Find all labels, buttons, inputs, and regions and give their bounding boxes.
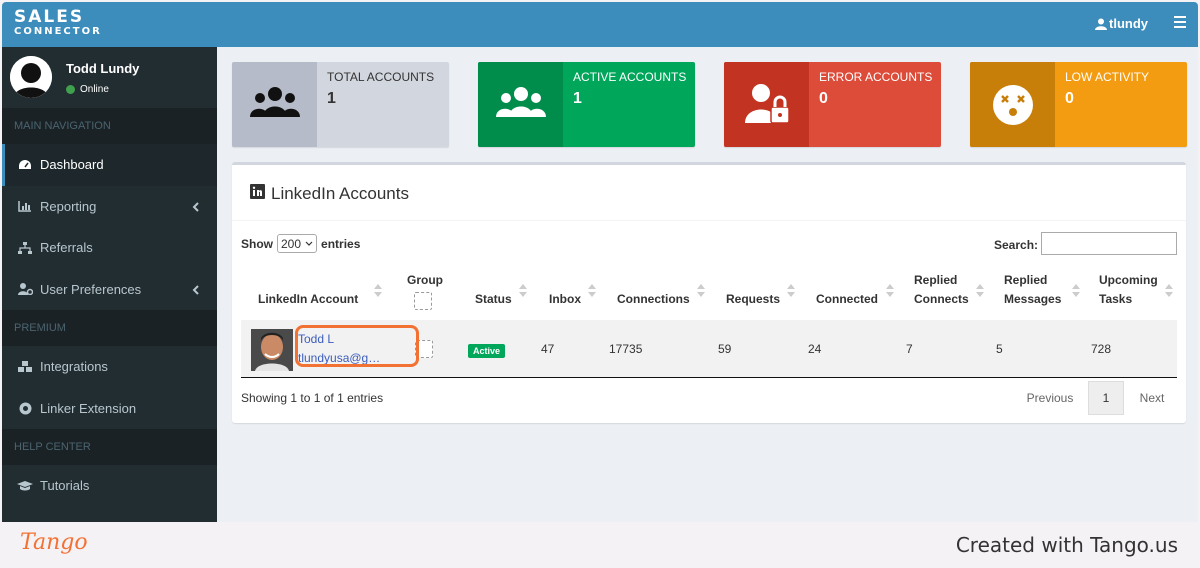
graduation-cap-icon [17,480,33,492]
entries-select[interactable]: 200 [277,234,318,253]
col-status[interactable]: Status [475,290,512,309]
sidebar-item-user-preferences[interactable]: User Preferences [2,269,217,311]
col-inbox[interactable]: Inbox [549,290,581,309]
sidebar: Todd Lundy Online MAIN NAVIGATION Dashbo… [2,47,217,522]
user-menu[interactable]: tlundy [1095,16,1148,31]
user-cog-icon [17,283,33,296]
cell-replied-messages: 5 [996,342,1003,356]
sort-icon[interactable] [1072,284,1080,298]
section-main-navigation: MAIN NAVIGATION [2,108,217,144]
stat-label: TOTAL ACCOUNTS [327,70,435,84]
chart-icon [17,200,33,212]
sort-icon[interactable] [588,284,596,298]
stat-label: LOW ACTIVITY [1065,70,1150,84]
user-panel: Todd Lundy Online [2,47,217,108]
section-help-center: HELP CENTER [2,429,217,465]
tango-footer: Tango Created with Tango.us [0,522,1200,568]
status-badge: Active [468,344,506,358]
sort-icon[interactable] [787,284,795,298]
stat-total-accounts: TOTAL ACCOUNTS 1 [232,62,449,147]
sidebar-item-linker-extension[interactable]: Linker Extension [2,388,217,430]
sidebar-item-dashboard[interactable]: Dashboard [2,144,217,186]
panel-title: LinkedIn Accounts [250,184,409,204]
linkedin-icon [250,184,265,204]
divider [232,220,1186,221]
linkedin-accounts-panel: LinkedIn Accounts Show 200 entries Searc… [232,162,1186,423]
dizzy-face-icon [970,62,1055,147]
sidebar-item-reporting[interactable]: Reporting [2,186,217,228]
sort-icon[interactable] [519,284,527,298]
cell-upcoming-tasks: 728 [1091,342,1112,356]
top-navbar: SALES CONNECTOR tlundy [2,2,1198,47]
username: tlundy [1109,16,1148,31]
tango-credit: Created with Tango.us [955,533,1178,557]
tango-logo: Tango [20,530,88,555]
sidebar-item-tutorials[interactable]: Tutorials [2,465,217,507]
users-icon [478,62,563,147]
dashboard-icon [17,159,33,171]
sort-icon[interactable] [374,284,382,298]
search-input[interactable] [1041,232,1177,255]
col-requests[interactable]: Requests [726,290,780,309]
user-icon [1095,18,1107,30]
stat-value: 1 [573,90,582,107]
chevron-left-icon [192,200,199,215]
online-status: Online [66,84,109,95]
stat-value: 0 [819,90,828,107]
table-info: Showing 1 to 1 of 1 entries [241,391,384,405]
sort-icon[interactable] [886,284,894,298]
app-logo[interactable]: SALES CONNECTOR [14,9,102,37]
cell-connected: 24 [808,342,822,356]
previous-page-button[interactable]: Previous [1016,391,1084,405]
user-lock-icon [724,62,809,147]
search-label: Search: [994,238,1039,252]
cell-connections: 17735 [609,342,643,356]
page-1-button[interactable]: 1 [1088,381,1124,415]
entries-length-control: Show 200 entries [241,234,360,253]
menu-toggle-icon[interactable] [1174,16,1186,28]
avatar [10,56,52,98]
cubes-icon [17,360,33,373]
cell-replied-connects: 7 [906,342,913,356]
sort-icon[interactable] [1165,284,1173,298]
col-linkedin-account[interactable]: LinkedIn Account [258,290,358,309]
users-icon [232,62,317,147]
chrome-icon [17,402,33,415]
select-all-checkbox[interactable] [414,292,432,310]
tango-highlight-box [295,325,419,367]
cell-requests: 59 [718,342,732,356]
stat-value: 1 [327,90,336,107]
sitemap-icon [17,241,33,254]
sidebar-item-referrals[interactable]: Referrals [2,227,217,269]
cell-inbox: 47 [541,342,555,356]
col-connections[interactable]: Connections [617,290,690,309]
sort-icon[interactable] [697,284,705,298]
next-page-button[interactable]: Next [1128,391,1176,405]
status-dot-icon [66,85,75,94]
app-window: SALES CONNECTOR tlundy Todd Lundy Online… [2,2,1198,522]
sort-icon[interactable] [976,284,984,298]
col-group[interactable]: Group [407,271,443,290]
chevron-down-icon [305,241,313,246]
profile-name: Todd Lundy [66,61,140,76]
col-connected[interactable]: Connected [816,290,878,309]
chevron-left-icon [192,283,199,298]
account-avatar [251,329,293,371]
stat-error-accounts: ERROR ACCOUNTS 0 [724,62,941,147]
pagination: Previous 1 Next [1016,381,1176,415]
stat-label: ERROR ACCOUNTS [819,70,933,84]
stat-active-accounts: ACTIVE ACCOUNTS 1 [478,62,695,147]
col-replied-connects[interactable]: Replied Connects [914,271,969,309]
stat-value: 0 [1065,90,1074,107]
stat-label: ACTIVE ACCOUNTS [573,70,687,84]
section-premium: PREMIUM [2,310,217,346]
col-upcoming-tasks[interactable]: Upcoming Tasks [1099,271,1158,309]
col-replied-messages[interactable]: Replied Messages [1004,271,1061,309]
sidebar-item-integrations[interactable]: Integrations [2,346,217,388]
stat-low-activity: LOW ACTIVITY 0 [970,62,1187,147]
